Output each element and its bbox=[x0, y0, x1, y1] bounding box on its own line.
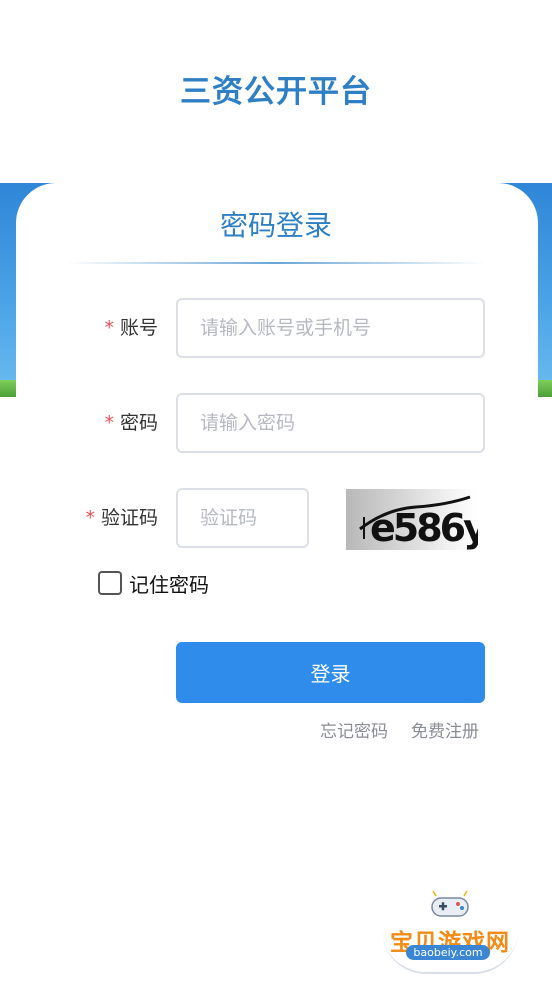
captcha-label: * 验证码 bbox=[40, 488, 158, 548]
password-label: * 密码 bbox=[60, 393, 158, 453]
account-input[interactable] bbox=[176, 298, 485, 358]
required-mark: * bbox=[104, 412, 114, 434]
required-mark: * bbox=[85, 507, 95, 529]
remember-label: 记住密码 bbox=[129, 572, 209, 597]
background-grass-left bbox=[0, 380, 16, 397]
captcha-image[interactable]: e586y bbox=[346, 489, 478, 550]
captcha-text: e586y bbox=[370, 506, 478, 550]
watermark-url: baobeiy.com bbox=[406, 945, 490, 960]
captcha-label-text: 验证码 bbox=[100, 507, 158, 529]
account-label-text: 账号 bbox=[119, 317, 158, 339]
account-label: * 账号 bbox=[60, 298, 158, 358]
password-input[interactable] bbox=[176, 393, 485, 453]
login-card-title: 密码登录 bbox=[219, 209, 332, 242]
captcha-input[interactable] bbox=[176, 488, 309, 548]
forgot-password-link[interactable]: 忘记密码 bbox=[320, 717, 388, 742]
site-watermark: 宝贝游戏网 baobeiy.com bbox=[376, 890, 524, 975]
register-link[interactable]: 免费注册 bbox=[411, 717, 479, 742]
required-mark: * bbox=[104, 317, 114, 339]
background-grass-right bbox=[536, 380, 552, 397]
remember-password[interactable]: 记住密码 bbox=[98, 570, 209, 597]
login-button[interactable]: 登录 bbox=[176, 642, 485, 703]
password-label-text: 密码 bbox=[119, 412, 158, 434]
captcha-graphic: e586y bbox=[359, 495, 478, 550]
gamepad-icon bbox=[431, 890, 469, 917]
remember-checkbox[interactable] bbox=[98, 571, 122, 595]
app-title: 三资公开平台 bbox=[180, 74, 372, 110]
title-divider bbox=[66, 262, 486, 264]
